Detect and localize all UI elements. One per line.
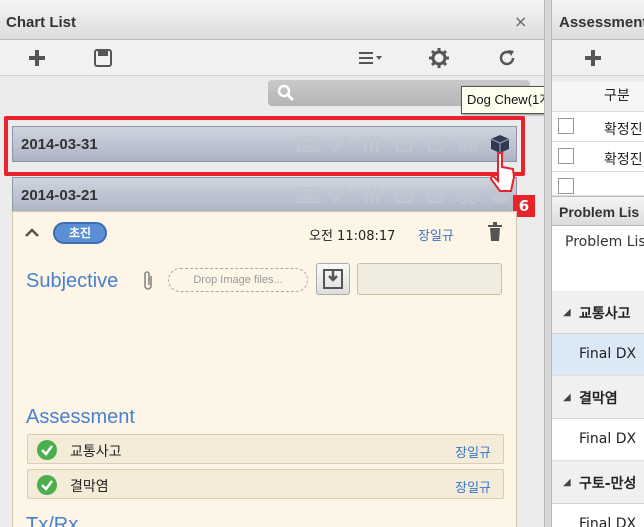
table-row[interactable]: 확정진	[552, 142, 644, 172]
dx-label: Final DX	[579, 516, 637, 527]
assessment-toolbar	[552, 40, 644, 76]
scissors-icon[interactable]	[455, 184, 480, 206]
table-cell: 확정진	[604, 152, 643, 168]
assessment-name: 결막염	[70, 479, 109, 495]
chart-detail: 초진 오전 11:08:17 장일규 Subjective Drop Image…	[12, 211, 517, 527]
assessment-name: 교통사고	[70, 444, 122, 460]
assessment-doctor[interactable]: 장일규	[455, 477, 491, 496]
doctor-link[interactable]: 장일규	[418, 225, 454, 244]
assessment-title: Assessment	[26, 406, 135, 428]
assessment-item[interactable]: 결막염 장일규	[27, 469, 504, 499]
lab-icon[interactable]	[359, 184, 384, 206]
chart-list-panel: Chart List × 2014-03-31 2014-03-21 6 초진 …	[0, 0, 545, 527]
txrx-title: Tx/Rx	[26, 514, 79, 527]
assessment-panel: Assessment 구분 확정진 확정진 Problem Lis Proble…	[551, 0, 644, 527]
chart-list-header: Chart List ×	[0, 0, 544, 40]
expand-triangle-icon[interactable]: ◢	[563, 307, 571, 318]
check-circle-icon	[37, 475, 57, 495]
dx-row[interactable]: Final DX	[552, 334, 644, 376]
problem-list-title: Problem Lis	[559, 204, 640, 220]
assessment-header: Assessment	[552, 0, 644, 40]
attachment-icon[interactable]	[141, 270, 155, 292]
expand-triangle-icon[interactable]: ◢	[563, 392, 571, 403]
assessment-panel-title: Assessment	[559, 14, 644, 31]
check-circle-icon	[37, 440, 57, 460]
chevron-up-icon[interactable]	[23, 224, 41, 242]
highlight-box	[4, 116, 525, 176]
expand-triangle-icon[interactable]: ◢	[563, 477, 571, 488]
group-name: 결막염	[579, 391, 618, 407]
chart-date: 2014-03-21	[21, 187, 98, 204]
dx-label: Final DX	[579, 346, 637, 362]
save-icon[interactable]	[90, 45, 116, 71]
table-row[interactable]: 확정진	[552, 112, 644, 142]
dx-label: Final DX	[579, 431, 637, 447]
refresh-icon[interactable]	[494, 45, 520, 71]
row-checkbox[interactable]	[558, 148, 574, 164]
subjective-text-field[interactable]	[357, 263, 502, 295]
problem-group[interactable]: ◢ 구토-만성	[552, 462, 644, 504]
trash-icon[interactable]	[487, 222, 503, 242]
close-icon[interactable]: ×	[514, 12, 527, 31]
add-icon[interactable]	[24, 45, 50, 71]
tooltip: Dog Chew(1개) - 미결제	[461, 86, 544, 114]
injection-icon[interactable]	[327, 184, 352, 206]
problem-list-header: Problem Lis	[552, 196, 644, 226]
search-icon	[277, 84, 295, 102]
chart-row[interactable]: 2014-03-21	[12, 177, 517, 213]
visit-time: 오전 11:08:17	[309, 229, 396, 244]
image-drop-zone[interactable]: Drop Image files...	[168, 268, 308, 292]
table-cell: 확정진	[604, 122, 643, 138]
gear-icon[interactable]	[426, 45, 452, 71]
dx-row[interactable]: Final DX	[552, 419, 644, 461]
cursor-icon	[489, 152, 516, 192]
upload-button[interactable]	[316, 263, 350, 295]
problem-group[interactable]: ◢ 교통사고	[552, 292, 644, 334]
problem-group[interactable]: ◢ 결막염	[552, 377, 644, 419]
row-checkbox[interactable]	[558, 118, 574, 134]
row-checkbox[interactable]	[558, 178, 574, 194]
panel-title: Chart List	[6, 14, 77, 31]
chart-list-toolbar	[0, 40, 544, 76]
table-header: 구분	[552, 82, 644, 112]
upload-icon	[323, 269, 343, 289]
problem-list-text: Problem Lis	[565, 234, 644, 250]
import-icon[interactable]	[391, 184, 416, 206]
group-name: 교통사고	[579, 306, 631, 322]
visit-header: 초진 오전 11:08:17 장일규	[13, 212, 516, 254]
column-header: 구분	[604, 88, 630, 104]
assessment-doctor[interactable]: 장일규	[455, 442, 491, 461]
add-icon[interactable]	[580, 45, 606, 71]
image-icon[interactable]	[295, 184, 320, 206]
assessment-item[interactable]: 교통사고 장일규	[27, 434, 504, 464]
dx-row[interactable]: Final DX	[552, 504, 644, 527]
menu-icon[interactable]	[356, 45, 386, 71]
problem-list-body: Problem Lis	[552, 226, 644, 291]
subjective-title: Subjective	[26, 270, 119, 292]
export-icon[interactable]	[423, 184, 448, 206]
table-row[interactable]	[552, 172, 644, 196]
visit-type-badge: 초진	[53, 222, 107, 244]
group-name: 구토-만성	[579, 476, 637, 492]
